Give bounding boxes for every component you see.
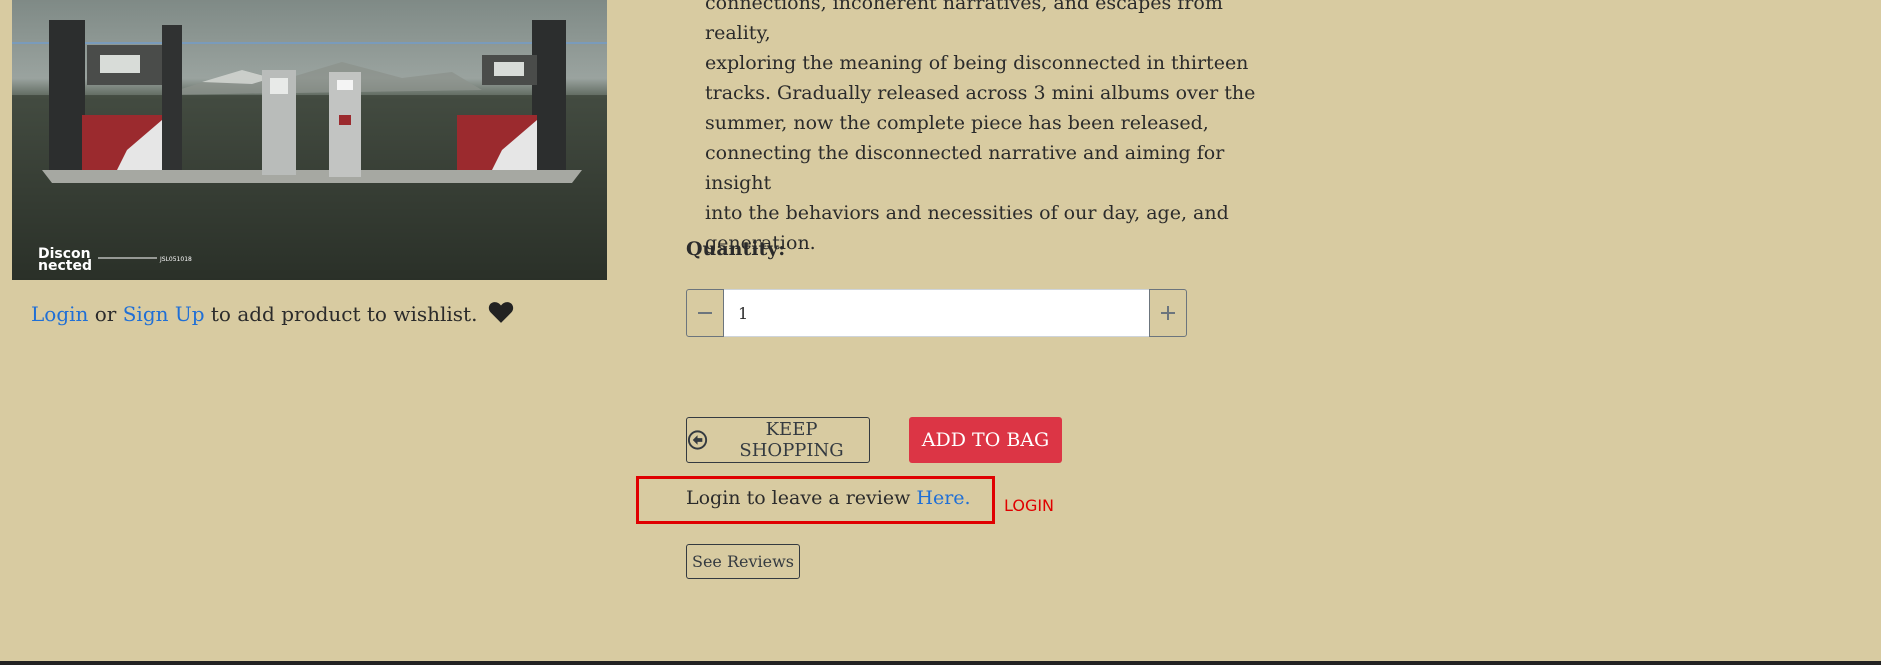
see-reviews-button[interactable]: See Reviews: [686, 544, 800, 579]
description-line: connections, incoherent narratives, and …: [705, 0, 1223, 44]
quantity-stepper: [686, 289, 1187, 337]
quantity-label: Quantity:: [686, 238, 786, 260]
description-line: generation.: [705, 232, 816, 254]
footer-divider: [0, 661, 1881, 665]
product-description: connections, incoherent narratives, and …: [705, 0, 1265, 258]
svg-text:nected: nected: [38, 258, 92, 274]
product-image: Discon nected JSL051018: [12, 0, 607, 280]
review-login-link[interactable]: Here.: [916, 487, 970, 509]
review-prompt-text: Login to leave a review: [686, 487, 917, 509]
login-annotation-label: LOGIN: [1004, 496, 1055, 515]
heart-icon[interactable]: [488, 300, 514, 333]
plus-icon: [1161, 306, 1175, 320]
keep-shopping-button[interactable]: KEEP SHOPPING: [686, 417, 870, 463]
quantity-input[interactable]: [724, 289, 1149, 337]
description-line: into the behaviors and necessities of ou…: [705, 202, 1229, 224]
arrow-circle-left-icon: [687, 430, 708, 450]
increment-button[interactable]: [1149, 289, 1187, 337]
wishlist-prompt: Login or Sign Up to add product to wishl…: [31, 298, 514, 333]
description-line: exploring the meaning of being disconnec…: [705, 52, 1249, 74]
wishlist-signup-link[interactable]: Sign Up: [123, 302, 205, 326]
wishlist-or-text: or: [88, 302, 123, 326]
minus-icon: [698, 312, 712, 314]
add-to-bag-button[interactable]: ADD TO BAG: [909, 417, 1062, 463]
decrement-button[interactable]: [686, 289, 724, 337]
review-login-prompt: Login to leave a review Here.: [686, 484, 971, 512]
description-line: connecting the disconnected narrative an…: [705, 142, 1225, 194]
svg-text:JSL051018: JSL051018: [159, 256, 192, 263]
keep-shopping-label: KEEP SHOPPING: [739, 419, 844, 461]
description-line: summer, now the complete piece has been …: [705, 112, 1209, 134]
description-line: tracks. Gradually released across 3 mini…: [705, 82, 1256, 104]
album-cover-art: Discon nected JSL051018: [12, 0, 607, 280]
wishlist-suffix-text: to add product to wishlist.: [204, 302, 478, 326]
wishlist-login-link[interactable]: Login: [31, 302, 88, 326]
